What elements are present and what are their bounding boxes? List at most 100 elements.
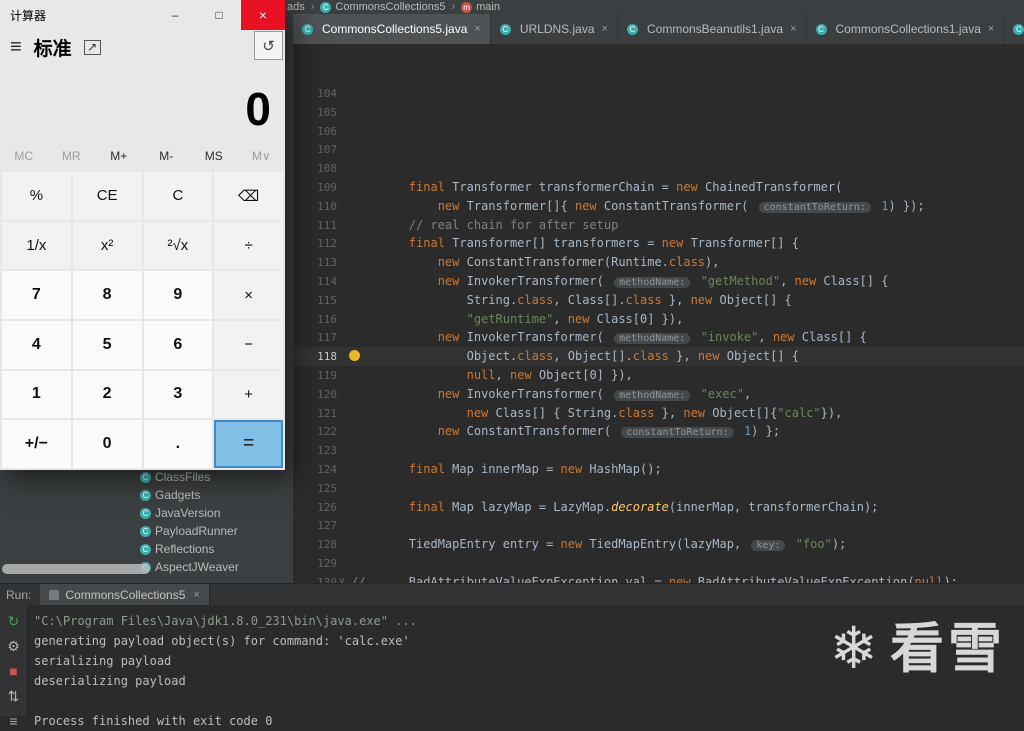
line-number: 104 bbox=[317, 87, 337, 100]
calc-key-6[interactable]: 6 bbox=[143, 321, 213, 369]
tree-item-label: ClassFiles bbox=[155, 470, 211, 484]
close-button[interactable]: × bbox=[241, 0, 285, 30]
calc-key-x²[interactable]: x² bbox=[72, 221, 142, 270]
calc-key-%[interactable]: % bbox=[2, 172, 71, 220]
calc-key-.[interactable]: . bbox=[143, 420, 213, 468]
tab-close-icon[interactable]: × bbox=[474, 23, 480, 35]
project-panel-hscrollbar[interactable] bbox=[2, 564, 150, 574]
breadcrumb-item-CommonsCollections5[interactable]: C CommonsCollections5 bbox=[320, 1, 445, 13]
calc-key-0[interactable]: 0 bbox=[72, 420, 142, 468]
keep-on-top-icon[interactable]: ↗ bbox=[83, 39, 101, 55]
calc-key-7[interactable]: 7 bbox=[2, 271, 71, 319]
breadcrumb-item-main[interactable]: m main bbox=[461, 1, 500, 13]
run-tab-close-icon[interactable]: × bbox=[193, 589, 199, 601]
line-number: 106 bbox=[317, 124, 337, 138]
tab-close-icon[interactable]: × bbox=[602, 23, 608, 35]
calc-key-2[interactable]: 2 bbox=[72, 370, 142, 419]
code-line: 108 bbox=[293, 159, 1024, 178]
tree-item-label: JavaVersion bbox=[155, 506, 221, 520]
code-line: 127 bbox=[293, 516, 1024, 535]
line-number: 115 bbox=[317, 293, 337, 307]
minimize-button[interactable]: – bbox=[153, 0, 197, 30]
line-number: 109 bbox=[317, 180, 337, 194]
calc-key-3[interactable]: 3 bbox=[143, 370, 213, 419]
tab-CommonsCollections5.java[interactable]: C CommonsCollections5.java × bbox=[293, 14, 491, 44]
breadcrumb-label: main bbox=[476, 1, 500, 13]
code-line: 125 bbox=[293, 479, 1024, 498]
tree-item-label: Gadgets bbox=[155, 488, 201, 502]
line-number: 126 bbox=[317, 500, 337, 514]
code-text: final Transformer[] transformers = new T… bbox=[408, 236, 799, 251]
breadcrumb-item-ads[interactable]: ads bbox=[287, 1, 305, 13]
calculator-mode-label[interactable]: 标准 bbox=[34, 34, 72, 61]
tab-CommonsBeanutils1.java[interactable]: C CommonsBeanutils1.java × bbox=[617, 14, 807, 44]
memory-button-M-[interactable]: M- bbox=[143, 142, 191, 170]
code-text: new ConstantTransformer( constantToRetur… bbox=[437, 424, 781, 439]
calc-key-8[interactable]: 8 bbox=[72, 271, 142, 319]
tab-URLDNS.java[interactable]: C URLDNS.java × bbox=[490, 14, 618, 44]
calc-key-1[interactable]: 1 bbox=[2, 370, 71, 419]
calc-key-5[interactable]: 5 bbox=[72, 321, 142, 369]
project-tree: C ClassFiles C Gadgets C JavaVersion C PayloadR… bbox=[0, 468, 293, 576]
calc-key-÷[interactable]: ÷ bbox=[214, 221, 283, 270]
breadcrumb-separator: › bbox=[451, 1, 456, 13]
run-tool-rerun-icon[interactable]: ↻ bbox=[8, 613, 20, 629]
line-number: 127 bbox=[317, 519, 337, 533]
run-toolbar: ↻ ⚙ ■ ⇅ ≡ bbox=[0, 605, 28, 729]
tree-item-PayloadRunner[interactable]: C PayloadRunner bbox=[0, 522, 293, 540]
calc-keypad: % CE C ⌫ 1/x x² ²√x ÷ 7 8 9 × 4 5 6− 1 2 3 + +/− 0. = bbox=[2, 172, 283, 468]
fold-icon[interactable]: ∨ bbox=[339, 573, 345, 583]
class-icon: C bbox=[626, 23, 638, 35]
calc-key-=[interactable]: = bbox=[214, 420, 283, 468]
code-line: 122 new ConstantTransformer( constantToR… bbox=[293, 422, 1024, 441]
calc-key-+[interactable]: + bbox=[214, 370, 283, 419]
history-icon[interactable]: ↺ bbox=[254, 31, 283, 60]
tab-close-icon[interactable]: × bbox=[790, 23, 796, 35]
line-number: 125 bbox=[317, 481, 337, 495]
run-tool-sort-icon[interactable]: ⇅ bbox=[8, 688, 20, 704]
tree-item-Gadgets[interactable]: C Gadgets bbox=[0, 486, 293, 504]
code-text: null, new Object[0] }), bbox=[466, 367, 633, 382]
calc-key-²√x[interactable]: ²√x bbox=[143, 221, 213, 270]
calculator-display: 0 bbox=[245, 83, 271, 135]
calc-key-×[interactable]: × bbox=[214, 271, 283, 319]
maximize-button[interactable]: □ bbox=[197, 0, 241, 30]
hamburger-menu-icon[interactable]: ≡ bbox=[10, 36, 22, 59]
calc-key-CE[interactable]: CE bbox=[72, 172, 142, 220]
line-number: 108 bbox=[317, 162, 337, 176]
memory-button-M∨: M∨ bbox=[251, 149, 271, 163]
memory-button-MS[interactable]: MS bbox=[190, 142, 238, 170]
run-tab[interactable]: CommonsCollections5 × bbox=[40, 584, 210, 606]
class-icon: C bbox=[815, 23, 827, 35]
code-line: 118 Object.class, Object[].class }, new … bbox=[293, 347, 1024, 366]
tab-CommonsCollections1.java[interactable]: C CommonsCollections1.java × bbox=[806, 14, 1005, 44]
tree-item-Reflections[interactable]: C Reflections bbox=[0, 540, 293, 558]
tree-item-ClassFiles[interactable]: C ClassFiles bbox=[0, 468, 293, 486]
breadcrumb-separator: › bbox=[310, 1, 315, 13]
tab-close-icon[interactable]: × bbox=[988, 23, 994, 35]
calc-key-⌫[interactable]: ⌫ bbox=[214, 172, 283, 220]
run-tool-stop-icon[interactable]: ■ bbox=[9, 663, 17, 679]
class-icon: C bbox=[140, 489, 151, 501]
code-line: 116 "getRuntime", new Class[0] }), bbox=[293, 310, 1024, 329]
code-text: final Transformer transformerChain = new… bbox=[408, 179, 843, 194]
line-number: 122 bbox=[317, 425, 337, 439]
tree-item-JavaVersion[interactable]: C JavaVersion bbox=[0, 504, 293, 522]
calc-key-C[interactable]: C bbox=[143, 172, 213, 220]
calc-key-1/x[interactable]: 1/x bbox=[2, 221, 71, 270]
run-tool-settings-wrench-icon[interactable]: ⚙ bbox=[7, 638, 20, 654]
code-line: 111 // real chain for after setup bbox=[293, 216, 1024, 235]
tab-TiedMapEntr[interactable]: CTiedMapEntr× bbox=[1004, 14, 1024, 44]
code-editor[interactable]: 104 105 106 107 108 109 final Transformer tra… bbox=[293, 44, 1024, 583]
run-tool-list-icon[interactable]: ≡ bbox=[9, 713, 17, 729]
calculator-titlebar: 计算器 – □ × bbox=[0, 0, 285, 30]
code-line: 115 String.class, Class[].class }, new O… bbox=[293, 291, 1024, 310]
calc-key-+/−[interactable]: +/− bbox=[2, 420, 71, 468]
tab-label: CommonsCollections1.java bbox=[835, 22, 981, 36]
memory-button-M+[interactable]: M+ bbox=[95, 142, 143, 170]
calc-key-4[interactable]: 4 bbox=[2, 321, 71, 369]
run-panel-label: Run: bbox=[6, 588, 32, 602]
run-tab-label: CommonsCollections5 bbox=[65, 588, 186, 602]
calc-key-9[interactable]: 9 bbox=[143, 271, 213, 319]
calc-key-−[interactable]: − bbox=[214, 321, 283, 369]
